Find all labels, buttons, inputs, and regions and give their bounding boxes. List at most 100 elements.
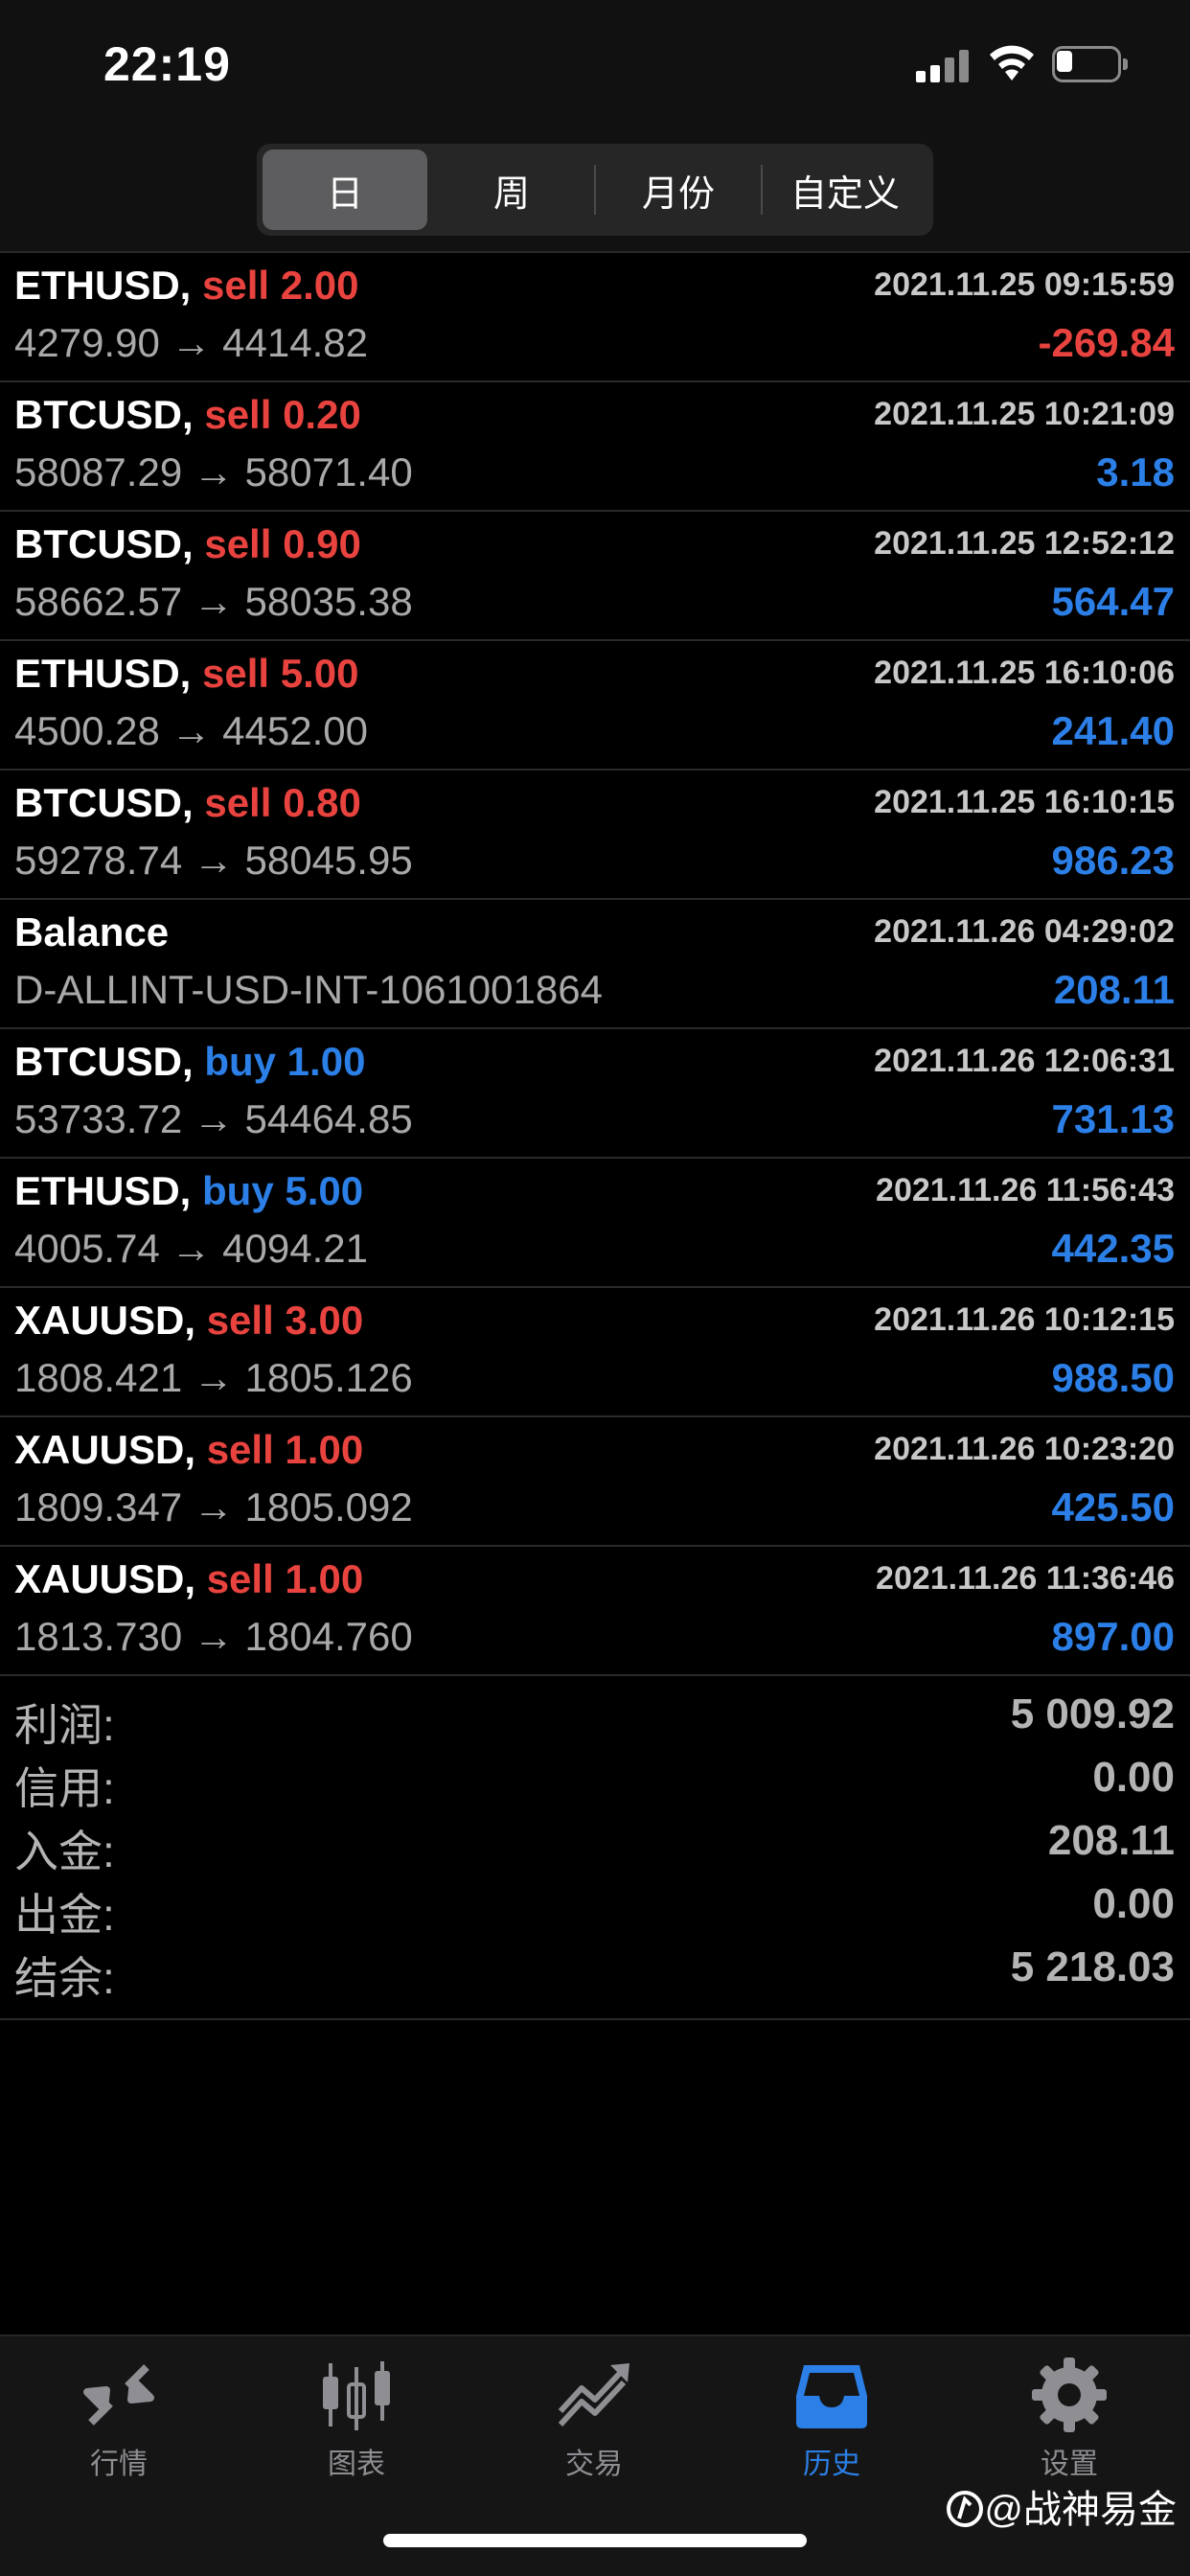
summary-value: 0.00 <box>1092 1754 1175 1801</box>
summary-row-balance: 结余: 5 218.03 <box>0 1938 1190 2003</box>
deal-symbol: Balance <box>14 909 170 954</box>
summary-value: 5 009.92 <box>1010 1690 1175 1737</box>
deal-symbol: BTCUSD, <box>14 392 194 437</box>
tab-label: 历史 <box>803 2449 860 2480</box>
summary-row-credit: 信用: 0.00 <box>0 1748 1190 1813</box>
tab-chart[interactable]: 图表 <box>238 2354 475 2497</box>
deal-profit: 241.40 <box>1051 708 1175 753</box>
deal-row[interactable]: BTCUSD, sell 0.90 2021.11.25 12:52:12 58… <box>0 512 1190 641</box>
deal-time: 2021.11.26 12:06:31 <box>874 1043 1175 1079</box>
cellular-signal-icon <box>916 48 970 82</box>
deal-time: 2021.11.25 10:21:09 <box>874 396 1175 432</box>
battery-icon <box>1052 46 1129 82</box>
deal-time: 2021.11.26 11:56:43 <box>876 1172 1175 1208</box>
summary-value: 5 218.03 <box>1010 1944 1175 1990</box>
summary-row-deposit: 入金: 208.11 <box>0 1811 1190 1876</box>
deal-symbol: ETHUSD, <box>14 651 192 696</box>
summary-row-profit: 利润: 5 009.92 <box>0 1685 1190 1750</box>
deal-title: XAUUSD, sell 1.00 <box>14 1556 363 1602</box>
history-icon <box>796 2365 867 2428</box>
summary-row-withdrawal: 出金: 0.00 <box>0 1874 1190 1940</box>
deal-prices: 58087.29 → 58071.40 <box>14 449 413 494</box>
deal-profit: 442.35 <box>1051 1226 1175 1271</box>
deal-type-volume: sell 0.20 <box>204 392 361 437</box>
deal-row[interactable]: BTCUSD, sell 0.80 2021.11.25 16:10:15 59… <box>0 770 1190 900</box>
tab-history[interactable]: 历史 <box>713 2354 950 2497</box>
status-time: 22:19 <box>103 37 231 91</box>
deal-type-volume: sell 1.00 <box>206 1556 364 1601</box>
deal-type-volume: sell 5.00 <box>202 651 359 696</box>
tab-label: 设置 <box>1041 2449 1098 2480</box>
status-bar: 22:19 <box>0 0 1190 134</box>
deal-time: 2021.11.26 11:36:46 <box>876 1560 1175 1597</box>
deal-profit: 897.00 <box>1051 1614 1175 1659</box>
deal-time: 2021.11.25 12:52:12 <box>874 525 1175 562</box>
deal-row[interactable]: ETHUSD, sell 2.00 2021.11.25 09:15:59 42… <box>0 253 1190 382</box>
summary-value: 0.00 <box>1092 1880 1175 1927</box>
deal-prices: 58662.57 → 58035.38 <box>14 579 413 624</box>
deal-type-volume: sell 0.90 <box>204 521 361 566</box>
tab-label: 图表 <box>328 2449 385 2480</box>
tab-settings[interactable]: 设置 <box>950 2354 1188 2497</box>
deal-prices: 1808.421 → 1805.126 <box>14 1355 413 1400</box>
deal-prices: 1813.730 → 1804.760 <box>14 1614 413 1659</box>
trade-icon <box>558 2363 629 2427</box>
segment-week[interactable]: 周 <box>429 150 594 230</box>
period-segmented-control: 日 周 月份 自定义 <box>257 144 933 236</box>
segment-custom[interactable]: 自定义 <box>763 150 927 230</box>
deal-row[interactable]: ETHUSD, sell 5.00 2021.11.25 16:10:06 45… <box>0 641 1190 770</box>
deal-title: BTCUSD, sell 0.90 <box>14 521 361 567</box>
deal-profit: 731.13 <box>1051 1096 1175 1141</box>
tab-quotes[interactable]: 行情 <box>0 2354 238 2497</box>
quotes-icon <box>83 2364 154 2426</box>
summary-label: 结余: <box>14 1953 115 2003</box>
watermark: @战神易金 <box>946 2478 1177 2534</box>
segment-month[interactable]: 月份 <box>596 150 761 230</box>
deal-symbol: BTCUSD, <box>14 780 194 825</box>
wifi-icon <box>990 45 1034 80</box>
deal-prices: 4005.74 → 4094.21 <box>14 1226 368 1271</box>
deal-row[interactable]: XAUUSD, sell 1.00 2021.11.26 11:36:46 18… <box>0 1547 1190 1676</box>
deal-row[interactable]: XAUUSD, sell 3.00 2021.11.26 10:12:15 18… <box>0 1288 1190 1417</box>
deal-symbol: XAUUSD, <box>14 1556 196 1601</box>
deal-time: 2021.11.26 04:29:02 <box>874 913 1175 950</box>
balance-row[interactable]: Balance 2021.11.26 04:29:02 D-ALLINT-USD… <box>0 900 1190 1029</box>
deal-symbol: XAUUSD, <box>14 1298 196 1343</box>
deal-title: ETHUSD, sell 5.00 <box>14 651 359 697</box>
account-summary: 利润: 5 009.92 信用: 0.00 入金: 208.11 出金: 0.0… <box>0 1677 1190 2020</box>
deal-prices: 4500.28 → 4452.00 <box>14 708 368 753</box>
deal-row[interactable]: BTCUSD, buy 1.00 2021.11.26 12:06:31 537… <box>0 1029 1190 1159</box>
summary-label: 入金: <box>14 1827 115 1876</box>
mt-history-screen: 22:19 日 周 月份 自定义 ETHUSD, sell 2.00 2021.… <box>0 0 1190 2576</box>
deal-row[interactable]: ETHUSD, buy 5.00 2021.11.26 11:56:43 400… <box>0 1159 1190 1288</box>
deal-type-volume: sell 3.00 <box>206 1298 364 1343</box>
deal-profit: 425.50 <box>1051 1484 1175 1530</box>
summary-label: 信用: <box>14 1763 115 1813</box>
deal-profit: 3.18 <box>1096 449 1175 494</box>
deal-title: ETHUSD, sell 2.00 <box>14 263 359 309</box>
deal-title: XAUUSD, sell 3.00 <box>14 1298 363 1344</box>
deal-time: 2021.11.26 10:12:15 <box>874 1301 1175 1338</box>
segment-day[interactable]: 日 <box>263 150 427 230</box>
deal-prices: 1809.347 → 1805.092 <box>14 1484 413 1530</box>
tab-trade[interactable]: 交易 <box>475 2354 713 2497</box>
deal-title: BTCUSD, sell 0.20 <box>14 392 361 438</box>
deal-symbol: ETHUSD, <box>14 1168 192 1213</box>
settings-icon <box>1032 2358 1107 2432</box>
home-indicator[interactable] <box>383 2534 807 2547</box>
weibo-logo-icon <box>947 2491 984 2527</box>
summary-value: 208.11 <box>1047 1817 1175 1864</box>
deal-type-volume: buy 1.00 <box>204 1039 366 1084</box>
tab-label: 行情 <box>90 2449 148 2480</box>
balance-comment: D-ALLINT-USD-INT-1061001864 <box>14 967 603 1012</box>
deal-title: BTCUSD, buy 1.00 <box>14 1039 365 1085</box>
deal-profit: 564.47 <box>1051 579 1175 624</box>
deal-title: XAUUSD, sell 1.00 <box>14 1427 363 1473</box>
deal-time: 2021.11.25 16:10:15 <box>874 784 1175 820</box>
deal-symbol: XAUUSD, <box>14 1427 196 1472</box>
summary-label: 利润: <box>14 1700 115 1750</box>
watermark-text: @战神易金 <box>984 2489 1177 2531</box>
summary-label: 出金: <box>14 1890 115 1940</box>
deal-row[interactable]: XAUUSD, sell 1.00 2021.11.26 10:23:20 18… <box>0 1417 1190 1547</box>
deal-row[interactable]: BTCUSD, sell 0.20 2021.11.25 10:21:09 58… <box>0 382 1190 512</box>
